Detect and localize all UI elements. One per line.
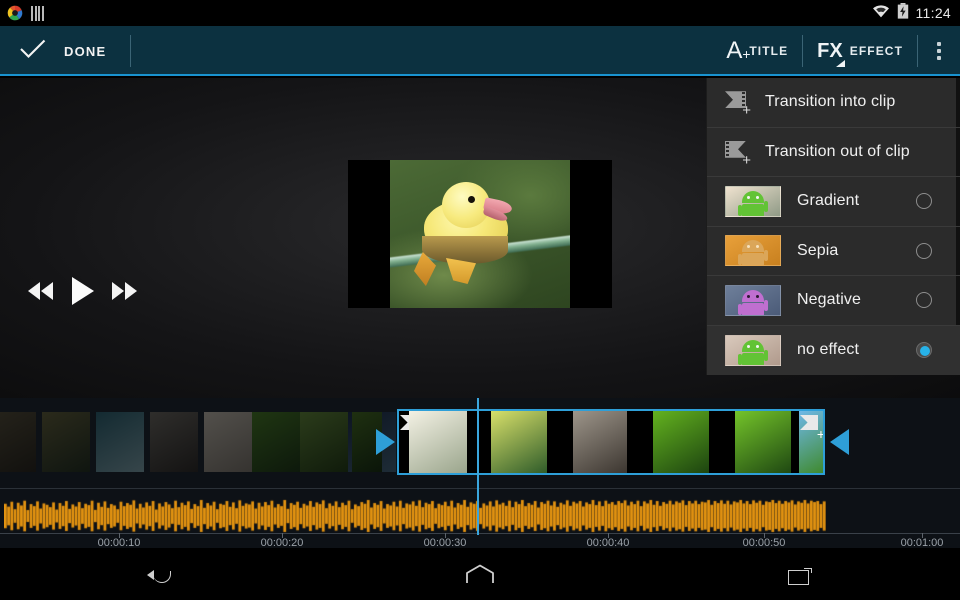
- selected-clip-region[interactable]: ++: [397, 409, 825, 475]
- android-status-bar: 11:24: [0, 0, 960, 26]
- slot-transition-out[interactable]: +: [799, 411, 823, 473]
- recents-icon: [788, 567, 812, 585]
- effect-thumbnail-no-effect: [725, 334, 781, 366]
- ruler-timecode-label: 00:00:50: [742, 537, 786, 549]
- home-icon: [465, 564, 495, 589]
- ruler-timecode-label: 00:00:10: [97, 537, 141, 549]
- transition-in-icon: +: [725, 91, 751, 118]
- effects-item-transition-in[interactable]: + Transition into clip: [707, 78, 960, 128]
- slot-gap-2: [547, 411, 573, 473]
- ruler-timecode-label: 00:00:30: [423, 537, 467, 549]
- video-preview[interactable]: [348, 160, 612, 308]
- checkmark-icon: [20, 39, 46, 64]
- playback-controls: [28, 274, 158, 308]
- effects-item-sepia[interactable]: Sepia: [707, 227, 960, 276]
- waveform-canvas: [4, 499, 826, 533]
- status-bar-system-icons: 11:24: [872, 0, 952, 26]
- add-title-label: TITLE: [749, 44, 789, 58]
- nav-back-button[interactable]: [120, 552, 200, 600]
- slot-gap-1: [467, 411, 491, 473]
- timeline-clip-thumbnail[interactable]: [300, 412, 348, 472]
- fast-forward-icon[interactable]: [112, 281, 138, 301]
- wifi-icon: [872, 4, 890, 23]
- done-button[interactable]: DONE: [0, 26, 106, 76]
- timeline-clip-thumbnail[interactable]: [96, 412, 144, 472]
- audio-waveform: [4, 499, 826, 533]
- android-navigation-bar: [0, 552, 960, 600]
- preview-frame-image: [390, 160, 570, 308]
- timeline-clip-thumbnail[interactable]: [42, 412, 90, 472]
- audio-track[interactable]: 00:00:10 00:00:20 00:00:30 00:00:40 00:00:50…: [0, 488, 960, 549]
- effects-item-label: Transition into clip: [765, 93, 896, 111]
- add-title-icon: A +: [726, 37, 751, 64]
- transition-add-badge-icon[interactable]: +: [800, 415, 823, 441]
- nav-recents-button[interactable]: [760, 552, 840, 600]
- ruler-timecode-label: 00:00:20: [260, 537, 304, 549]
- selection-arrow-right-icon[interactable]: [376, 429, 395, 455]
- rewind-icon[interactable]: [28, 281, 54, 301]
- add-title-button[interactable]: A + TITLE: [712, 26, 802, 76]
- status-bar-notification-icons: [0, 5, 44, 21]
- effects-item-no-effect[interactable]: no effect: [707, 325, 960, 375]
- effect-thumbnail-sepia: [725, 235, 781, 267]
- slot-transition-in-badge: +: [399, 411, 425, 473]
- play-icon[interactable]: [72, 277, 94, 305]
- pillarbox-right: [570, 160, 612, 308]
- selection-arrow-left-icon[interactable]: [830, 429, 849, 455]
- back-arrow-icon: [147, 567, 173, 585]
- timeline-clip-thumbnail[interactable]: [150, 412, 198, 472]
- timecode-ruler: 00:00:10 00:00:20 00:00:30 00:00:40 00:00:50…: [0, 533, 960, 549]
- ruler-timecode-label: 00:00:40: [586, 537, 630, 549]
- effects-item-label: no effect: [797, 341, 859, 359]
- slot-gap-3: [627, 411, 653, 473]
- status-bar-clock: 11:24: [915, 5, 951, 21]
- effects-panel: + Transition into clip + Transition out …: [706, 78, 960, 375]
- timeline-strip[interactable]: ++: [0, 398, 960, 488]
- effects-radio-no-effect[interactable]: [916, 342, 932, 359]
- timeline-clip-thumbnail[interactable]: [252, 412, 300, 472]
- slot-gap-4: [709, 411, 735, 473]
- movie-editor-screen: 11:24 DONE A + TITLE FX EFFECT + Transit…: [0, 0, 960, 600]
- effects-item-negative[interactable]: Negative: [707, 276, 960, 326]
- effects-item-label: Gradient: [797, 192, 860, 210]
- effects-item-label: Sepia: [797, 241, 839, 259]
- effects-radio-sepia[interactable]: [916, 242, 932, 259]
- battery-charging-icon: [897, 2, 909, 24]
- slot-squirrel[interactable]: [573, 411, 627, 473]
- effects-radio-gradient[interactable]: [916, 193, 932, 210]
- effect-thumbnail-negative: [725, 284, 781, 316]
- slot-bird[interactable]: [653, 411, 709, 473]
- fx-effect-icon: FX: [817, 41, 845, 67]
- effects-item-gradient[interactable]: Gradient: [707, 177, 960, 227]
- slot-duckling[interactable]: [491, 411, 547, 473]
- effect-thumbnail-gradient: [725, 185, 781, 217]
- overflow-menu-icon[interactable]: [918, 26, 960, 76]
- playhead[interactable]: [477, 398, 479, 535]
- effect-button[interactable]: FX EFFECT: [803, 26, 917, 76]
- transition-out-icon: +: [725, 140, 751, 168]
- pillarbox-left: [348, 160, 390, 308]
- effects-item-label: Negative: [797, 291, 861, 309]
- effect-label: EFFECT: [849, 44, 903, 58]
- slot-butterfly[interactable]: [735, 411, 791, 473]
- effects-item-transition-out[interactable]: + Transition out of clip: [707, 128, 960, 177]
- nav-home-button[interactable]: [440, 552, 520, 600]
- bars-icon: [31, 5, 44, 21]
- slot-landscape[interactable]: [409, 411, 467, 473]
- timeline-clip-thumbnail[interactable]: [0, 412, 36, 472]
- effects-item-label: Transition out of clip: [765, 142, 910, 160]
- action-bar-divider-left: [130, 35, 132, 67]
- editor-action-bar: DONE A + TITLE FX EFFECT: [0, 26, 960, 76]
- ruler-timecode-label: 00:01:00: [900, 537, 944, 549]
- timeline-clip-thumbnail[interactable]: [204, 412, 252, 472]
- app-logo-icon: [7, 5, 23, 21]
- action-bar-actions: A + TITLE FX EFFECT: [712, 26, 960, 76]
- effects-radio-negative[interactable]: [916, 292, 932, 309]
- done-label: DONE: [64, 43, 107, 59]
